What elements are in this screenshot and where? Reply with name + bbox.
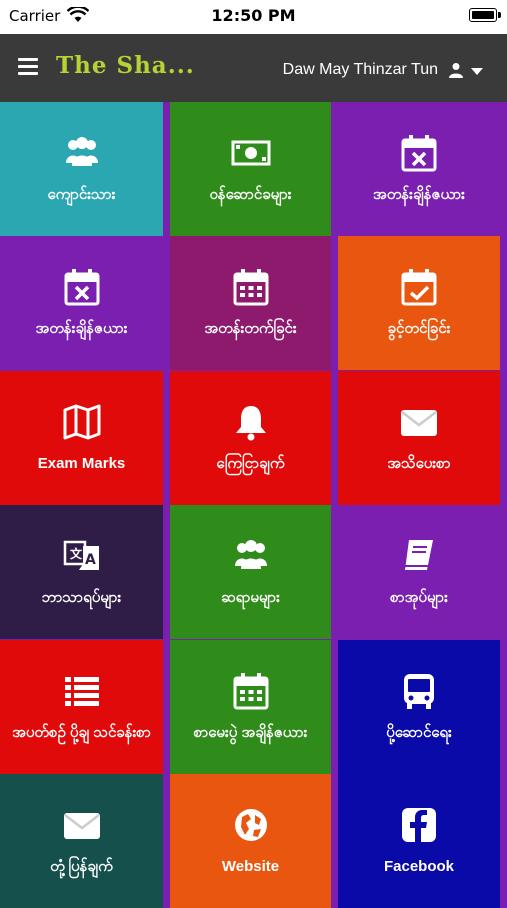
tile-leave-request[interactable]: ခွင့်တင်ခြင်း <box>338 236 500 370</box>
tile-label: အပတ်စဉ် ပို့ချ သင်ခန်းစာ <box>12 724 151 741</box>
status-time: 12:50 PM <box>211 6 296 25</box>
tile-label: ခွင့်တင်ခြင်း <box>387 320 451 337</box>
tile-label: ဆရာမများ <box>221 589 280 606</box>
money-bill-icon <box>231 133 271 173</box>
tile-exam-marks[interactable]: Exam Marks <box>0 371 163 505</box>
app-title: The Sha... <box>56 52 195 79</box>
users-icon <box>231 536 271 576</box>
tile-facebook[interactable]: Facebook <box>338 774 500 908</box>
tile-label: Exam Marks <box>37 455 126 472</box>
tile-label: Website <box>221 858 280 875</box>
tile-timetable[interactable]: အတန်းချိန်ဇယား <box>338 102 500 236</box>
bus-icon <box>399 671 439 711</box>
chevron-down-icon <box>471 67 483 75</box>
tile-label: ဝန်ဆောင်ခများ <box>209 186 292 203</box>
svg-text:A: A <box>85 552 96 568</box>
hamburger-menu-icon[interactable] <box>18 58 38 76</box>
tile-label: ကြေငြာချက် <box>216 455 285 472</box>
tile-label: စာအုပ်များ <box>390 589 448 606</box>
bell-icon <box>231 402 271 442</box>
svg-text:文: 文 <box>70 546 83 561</box>
tile-teachers[interactable]: ဆရာမများ <box>170 505 331 639</box>
tile-exam-schedule[interactable]: စာမေးပွဲ အချိန်ဇယား <box>170 640 331 774</box>
tile-label: အတန်းချိန်ဇယား <box>35 320 128 337</box>
tile-timetable-2[interactable]: အတန်းချိန်ဇယား <box>0 236 163 370</box>
user-menu-button[interactable]: Daw May Thinzar Tun <box>283 59 483 81</box>
envelope-icon <box>399 402 439 442</box>
tile-label: အတန်းချိန်ဇယား <box>373 186 465 203</box>
calendar-grid-icon <box>231 671 271 711</box>
tile-books[interactable]: စာအုပ်များ <box>338 505 500 639</box>
tile-label: ဘာသာရပ်များ <box>41 589 122 606</box>
tile-feedback[interactable]: တုံ့ပြန်ချက် <box>0 774 163 908</box>
map-icon <box>62 402 102 442</box>
tile-weekly-lessons[interactable]: အပတ်စဉ် ပို့ချ သင်ခန်းစာ <box>0 640 163 774</box>
dashboard-grid: ကျောင်းသား ဝန်ဆောင်ခများ အတန်းချိန်ဇယား အတန… <box>0 102 507 908</box>
user-icon <box>449 63 463 78</box>
calendar-x-icon <box>62 267 102 307</box>
user-name: Daw May Thinzar Tun <box>282 61 438 78</box>
book-icon <box>399 536 439 576</box>
tile-students[interactable]: ကျောင်းသား <box>0 102 163 236</box>
envelope-icon <box>62 805 102 845</box>
tile-label: အသိပေးစာ <box>387 455 451 472</box>
calendar-grid-icon <box>231 267 271 307</box>
status-bar: Carrier 12:50 PM <box>0 0 507 34</box>
app-header: The Sha... Daw May Thinzar Tun <box>0 34 507 102</box>
tile-website[interactable]: Website <box>170 774 331 908</box>
tile-transport[interactable]: ပို့ဆောင်ရေး <box>338 640 500 774</box>
tile-announcements[interactable]: ကြေငြာချက် <box>170 371 331 505</box>
tile-service-fees[interactable]: ဝန်ဆောင်ခများ <box>170 102 331 236</box>
tile-label: တုံ့ပြန်ချက် <box>50 858 113 875</box>
tile-label: ကျောင်းသား <box>47 186 116 203</box>
tile-label: အတန်းတက်ခြင်း <box>204 320 297 337</box>
globe-icon <box>231 805 271 845</box>
tile-notice[interactable]: အသိပေးစာ <box>338 371 500 505</box>
tile-label: စာမေးပွဲ အချိန်ဇယား <box>193 724 308 741</box>
facebook-icon <box>399 805 439 845</box>
tile-label: ပို့ဆောင်ရေး <box>386 724 452 741</box>
calendar-check-icon <box>399 267 439 307</box>
translate-icon: 文A <box>62 536 102 576</box>
tile-label: Facebook <box>383 858 455 875</box>
calendar-x-icon <box>399 133 439 173</box>
list-icon <box>62 671 102 711</box>
users-icon <box>62 133 102 173</box>
tile-attendance[interactable]: အတန်းတက်ခြင်း <box>170 236 331 370</box>
tile-subjects[interactable]: 文 A ဘာသာရပ်များ <box>0 505 163 639</box>
battery-icon <box>469 8 501 22</box>
